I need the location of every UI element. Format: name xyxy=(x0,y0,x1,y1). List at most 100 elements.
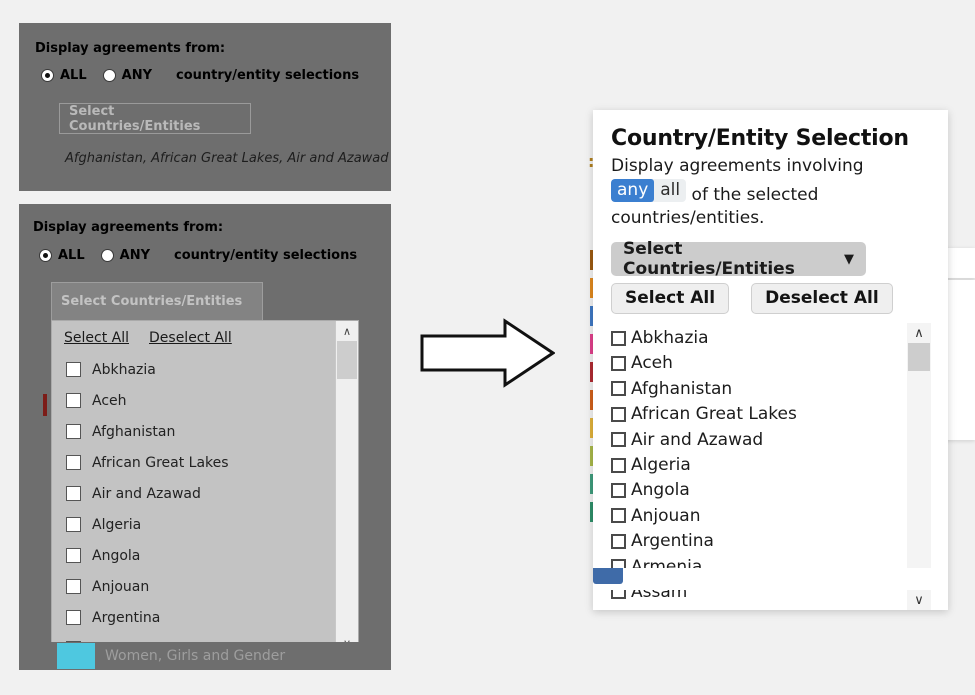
checkbox-icon[interactable] xyxy=(611,356,626,371)
country-label: Anjouan xyxy=(631,506,701,526)
country-label: Angola xyxy=(631,480,690,500)
dialog-title: Country/Entity Selection xyxy=(593,126,948,151)
radio-any-unselected[interactable] xyxy=(101,249,114,262)
country-label: Air and Azawad xyxy=(92,486,201,502)
radio-all-label: ALL xyxy=(58,248,85,263)
country-checkbox-row[interactable]: Algeria xyxy=(611,452,907,477)
deselect-all-button[interactable]: Deselect All xyxy=(751,283,893,314)
country-checkbox-row[interactable]: Anjouan xyxy=(52,571,335,602)
country-label: Aceh xyxy=(631,353,673,373)
radio-any-unselected[interactable] xyxy=(103,69,116,82)
country-checkbox-row[interactable]: Aceh xyxy=(52,385,335,416)
checkbox-icon[interactable] xyxy=(66,486,81,501)
country-checkbox-row[interactable]: African Great Lakes xyxy=(611,402,907,427)
country-label: Argentina xyxy=(92,610,160,626)
checkbox-icon[interactable] xyxy=(66,517,81,532)
dialog-bulk-actions: Select All Deselect All xyxy=(593,276,948,319)
country-checkbox-row[interactable]: Afghanistan xyxy=(52,416,335,447)
filter-panel-expanded: Display agreements from: ALL ANY country… xyxy=(19,204,391,670)
country-checkbox-row[interactable]: African Great Lakes xyxy=(52,447,335,478)
country-label: Abkhazia xyxy=(631,328,709,348)
dropdown-label: Select Countries/Entities xyxy=(623,239,844,279)
panel-a-prompt: Display agreements from: xyxy=(35,41,225,56)
scrollbar-thumb[interactable] xyxy=(908,343,930,371)
scrollbar-thumb[interactable] xyxy=(337,341,357,379)
checkbox-icon[interactable] xyxy=(66,579,81,594)
dialog-description: Display agreements involving anyall of t… xyxy=(593,151,948,229)
country-label: Afghanistan xyxy=(631,379,732,399)
radio-any-label: ANY xyxy=(122,68,152,83)
country-checkbox-row[interactable]: Argentina xyxy=(611,528,907,553)
country-checkbox-row[interactable]: Anjouan xyxy=(611,503,907,528)
select-countries-entities-dropdown[interactable]: Select Countries/Entities ▼ xyxy=(611,242,866,276)
country-checkbox-row[interactable]: Angola xyxy=(611,478,907,503)
chevron-down-icon: ▼ xyxy=(844,252,854,267)
country-label: Air and Azawad xyxy=(631,430,763,450)
country-checkbox-row[interactable]: Argentina xyxy=(52,602,335,633)
checkbox-icon[interactable] xyxy=(611,610,626,611)
country-checkbox-row[interactable]: Air and Azawad xyxy=(52,478,335,509)
country-checkbox-row[interactable]: Aceh xyxy=(611,351,907,376)
country-checkbox-row[interactable]: Air and Azawad xyxy=(611,427,907,452)
country-label: Angola xyxy=(92,548,140,564)
checkbox-icon[interactable] xyxy=(66,393,81,408)
legend-color-swatch xyxy=(57,643,95,669)
radio-all-label: ALL xyxy=(60,68,87,83)
checkbox-icon[interactable] xyxy=(611,458,626,473)
scroll-up-arrow-icon[interactable]: ∧ xyxy=(336,321,358,341)
checkbox-icon[interactable] xyxy=(611,407,626,422)
checkbox-icon[interactable] xyxy=(611,381,626,396)
checkbox-icon[interactable] xyxy=(66,610,81,625)
select-countries-entities-button[interactable]: Select Countries/Entities xyxy=(51,282,263,321)
panel-b-prompt: Display agreements from: xyxy=(33,220,223,235)
filter-panel-collapsed: Display agreements from: ALL ANY country… xyxy=(19,23,391,191)
country-entity-selection-dialog: Country/Entity Selection Display agreeme… xyxy=(593,110,948,610)
radio-group-tail-label: country/entity selections xyxy=(174,248,357,263)
clipped-legend-row xyxy=(593,568,948,590)
radio-all-selected[interactable] xyxy=(39,249,52,262)
checkbox-icon[interactable] xyxy=(611,534,626,549)
country-checkbox-row[interactable]: Abkhazia xyxy=(52,354,335,385)
country-label: Aceh xyxy=(92,393,127,409)
legend-color-tick xyxy=(43,394,47,416)
panel-b-radio-group: ALL ANY country/entity selections xyxy=(39,248,357,263)
legend-bottom-label: Women, Girls and Gender xyxy=(105,648,285,664)
country-label: Algeria xyxy=(631,455,691,475)
country-checkbox-row[interactable]: Angola xyxy=(52,540,335,571)
select-all-button[interactable]: Select All xyxy=(611,283,729,314)
country-checkbox-row[interactable]: Abkhazia xyxy=(611,325,907,350)
select-countries-entities-button[interactable]: Select Countries/Entities xyxy=(59,103,251,134)
panel-a-radio-group: ALL ANY country/entity selections xyxy=(41,68,359,83)
right-arrow-icon xyxy=(420,318,555,388)
country-label: African Great Lakes xyxy=(92,455,229,471)
toggle-option-all[interactable]: all xyxy=(654,179,686,202)
checkbox-icon[interactable] xyxy=(66,424,81,439)
country-dropdown-panel: Select All Deselect All Abkhazia Aceh Afgh… xyxy=(51,320,359,654)
legend-bottom-row: Women, Girls and Gender xyxy=(19,642,391,670)
country-checkbox-row[interactable]: Algeria xyxy=(52,509,335,540)
dropdown-scrollbar[interactable]: ∧ ∨ xyxy=(335,321,358,653)
country-entity-selection-overlay: : Country/Entity Selection Display agree… xyxy=(560,105,970,605)
country-label: Abkhazia xyxy=(92,362,156,378)
desc-before-text: Display agreements involving xyxy=(611,156,864,176)
any-all-toggle[interactable]: anyall xyxy=(611,179,686,202)
select-all-link[interactable]: Select All xyxy=(64,330,129,346)
checkbox-icon[interactable] xyxy=(66,548,81,563)
checkbox-icon[interactable] xyxy=(66,455,81,470)
checkbox-icon[interactable] xyxy=(611,508,626,523)
country-label: African Great Lakes xyxy=(631,404,797,424)
checkbox-icon[interactable] xyxy=(611,483,626,498)
scroll-down-arrow-icon[interactable]: ∨ xyxy=(907,590,931,610)
radio-any-label: ANY xyxy=(120,248,150,263)
country-checkbox-row-partial[interactable] xyxy=(611,605,907,611)
country-label: Argentina xyxy=(631,531,714,551)
toggle-option-any[interactable]: any xyxy=(611,179,654,202)
deselect-all-link[interactable]: Deselect All xyxy=(149,330,232,346)
radio-all-selected[interactable] xyxy=(41,69,54,82)
scroll-up-arrow-icon[interactable]: ∧ xyxy=(907,323,931,343)
checkbox-icon[interactable] xyxy=(611,432,626,447)
checkbox-icon[interactable] xyxy=(611,331,626,346)
country-checkbox-row[interactable]: Afghanistan xyxy=(611,376,907,401)
checkbox-icon[interactable] xyxy=(66,362,81,377)
radio-group-tail-label: country/entity selections xyxy=(176,68,359,83)
